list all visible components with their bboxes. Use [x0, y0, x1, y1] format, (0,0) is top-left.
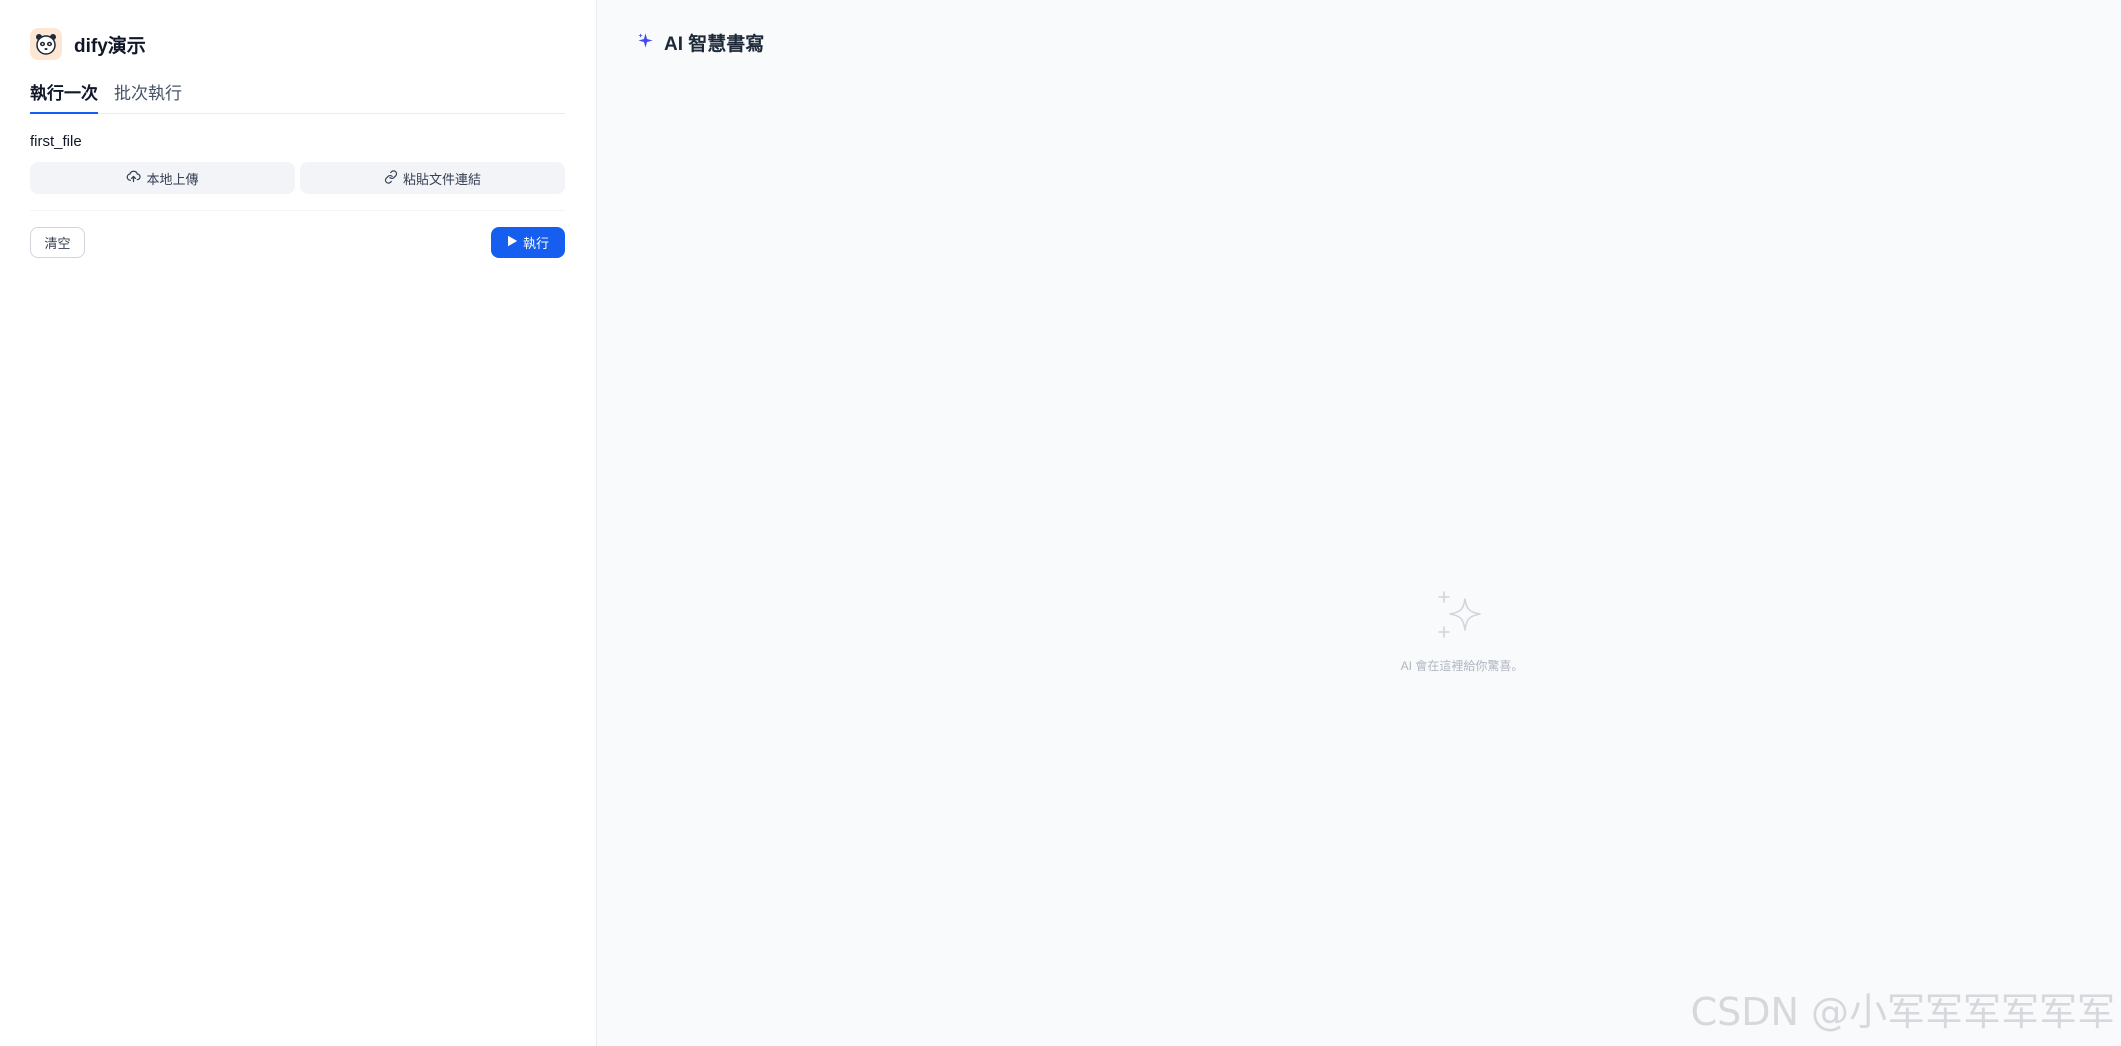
tab-run-batch[interactable]: 批次執行 [114, 82, 182, 112]
file-upload-row: 本地上傳 粘貼文件連結 [30, 162, 565, 194]
local-upload-label: 本地上傳 [146, 171, 199, 187]
output-panel: AI 智慧書寫 AI 會在這裡給你驚喜。 CSDN @小军军军军军军 [597, 0, 2121, 1046]
sparkles-icon [1434, 588, 1490, 649]
tab-run-once[interactable]: 執行一次 [30, 82, 98, 114]
app-title: dify演示 [74, 35, 146, 57]
first-file-label: first_file [30, 133, 82, 150]
csdn-watermark: CSDN @小军军军军军军 [1690, 990, 2115, 1034]
empty-state-text: AI 會在這裡給你驚喜。 [1400, 659, 1524, 673]
empty-state: AI 會在這裡給你驚喜。 [1382, 588, 1542, 674]
play-icon [507, 235, 518, 250]
app-root: dify演示 執行一次 批次執行 first_file 本地上傳 粘貼文件連結 … [0, 0, 2121, 1046]
input-panel: dify演示 執行一次 批次執行 first_file 本地上傳 粘貼文件連結 … [0, 0, 597, 1046]
output-title: AI 智慧書寫 [664, 34, 765, 55]
form-divider [30, 210, 565, 211]
sparkle-icon [637, 32, 654, 54]
output-header: AI 智慧書寫 [637, 29, 764, 56]
paste-link-label: 粘貼文件連結 [402, 171, 481, 187]
app-header: dify演示 [30, 28, 146, 60]
panda-avatar-icon [30, 28, 62, 60]
link-icon [384, 169, 398, 187]
run-button[interactable]: 執行 [491, 227, 565, 258]
local-upload-button[interactable]: 本地上傳 [30, 162, 295, 194]
paste-link-button[interactable]: 粘貼文件連結 [300, 162, 565, 194]
cloud-upload-icon [126, 169, 142, 187]
clear-button[interactable]: 清空 [30, 227, 85, 258]
run-mode-tabs: 執行一次 批次執行 [30, 82, 565, 114]
run-button-label: 執行 [522, 236, 549, 251]
